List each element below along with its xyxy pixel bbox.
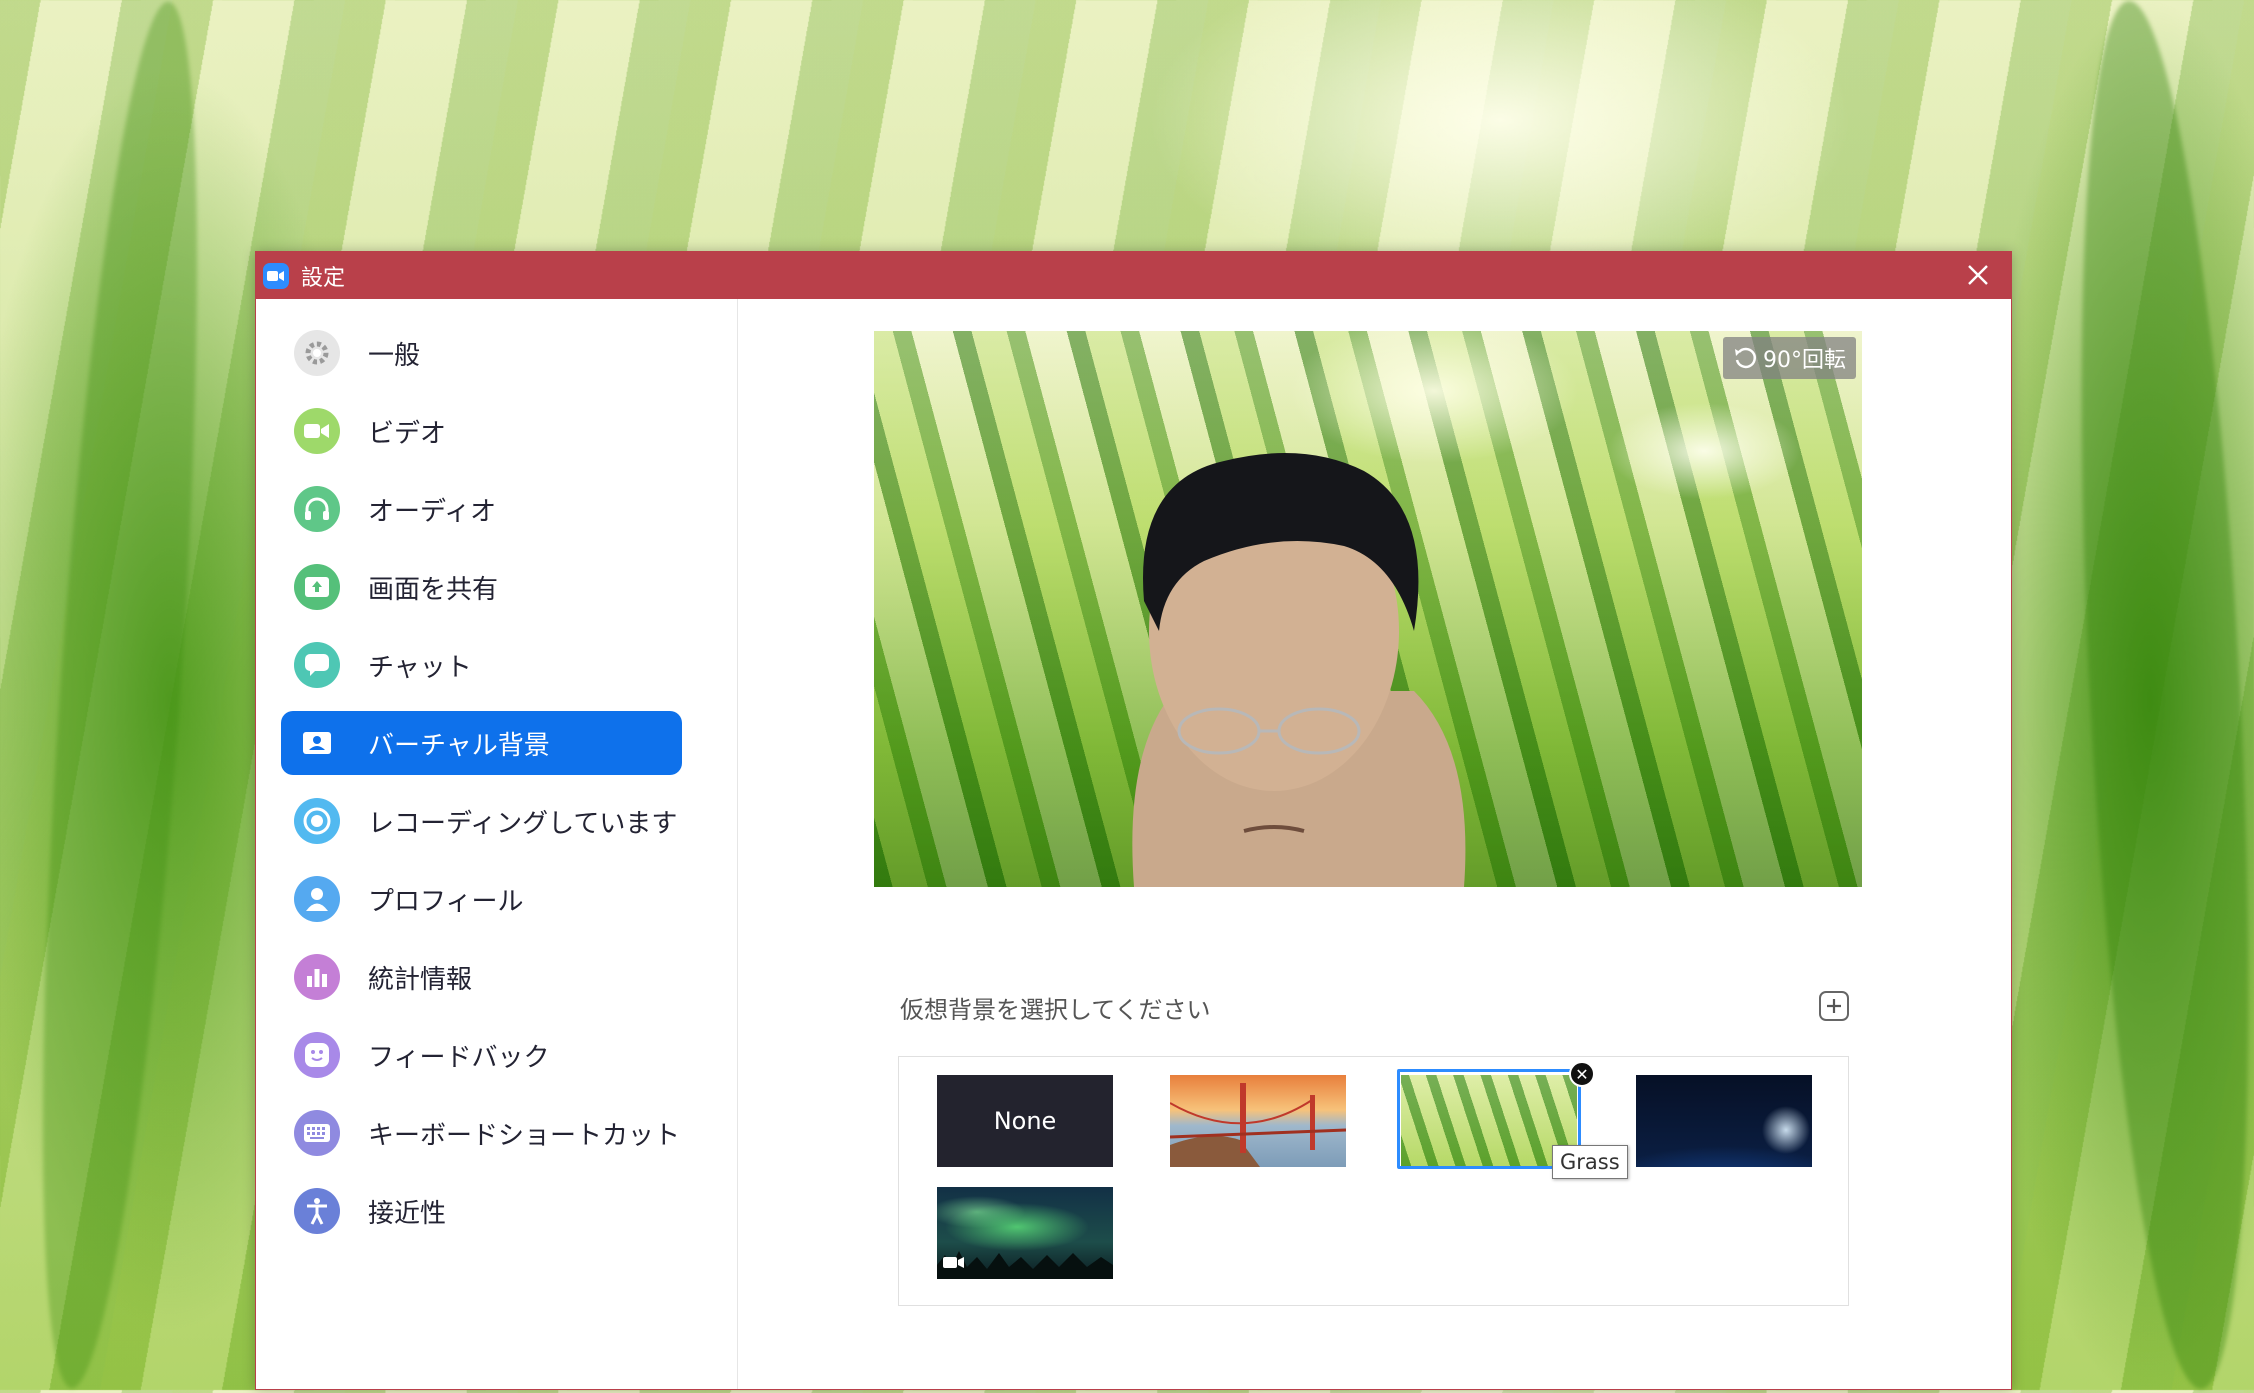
sidebar-item-video[interactable]: ビデオ bbox=[281, 399, 682, 463]
add-icon[interactable] bbox=[1819, 991, 1849, 1021]
rotate-90-button[interactable]: 90°回転 bbox=[1723, 337, 1856, 379]
wallpaper-grass-blade bbox=[2053, 0, 2254, 1393]
sidebar-item-general[interactable]: 一般 bbox=[281, 321, 682, 385]
sidebar-item-label: 統計情報 bbox=[368, 964, 473, 995]
close-icon[interactable] bbox=[1963, 260, 1993, 290]
remove-background-icon[interactable]: ✕ bbox=[1569, 1061, 1595, 1087]
video-camera-icon bbox=[294, 408, 340, 454]
record-icon bbox=[294, 798, 340, 844]
sidebar-item-statistics[interactable]: 統計情報 bbox=[281, 945, 682, 1009]
sidebar-item-label: 接近性 bbox=[368, 1198, 447, 1229]
background-gallery: None ✕ bbox=[898, 1056, 1849, 1306]
background-thumb-earth[interactable] bbox=[1636, 1075, 1812, 1167]
window-title: 設定 bbox=[301, 265, 346, 291]
sidebar-item-label: フィードバック bbox=[368, 1042, 550, 1073]
person-icon bbox=[294, 876, 340, 922]
rotate-icon bbox=[1735, 347, 1757, 369]
sidebar-item-label: 一般 bbox=[368, 340, 421, 371]
bar-chart-icon bbox=[294, 954, 340, 1000]
sidebar-item-keyboard-shortcuts[interactable]: キーボードショートカット bbox=[281, 1101, 682, 1165]
gear-icon bbox=[294, 330, 340, 376]
rotate-label: 90°回転 bbox=[1763, 348, 1846, 373]
sidebar-item-label: キーボードショートカット bbox=[368, 1120, 681, 1151]
sidebar-item-label: バーチャル背景 bbox=[368, 730, 550, 761]
sidebar-item-chat[interactable]: チャット bbox=[281, 633, 682, 697]
sidebar-item-accessibility[interactable]: 接近性 bbox=[281, 1179, 682, 1243]
thumbnail-tooltip: Grass bbox=[1552, 1145, 1628, 1179]
settings-sidebar: 一般 ビデオ オーディオ 画面を共有 チャット バーチャル背景 レコーディングし… bbox=[256, 299, 738, 1389]
video-preview: 90°回転 bbox=[874, 331, 1862, 887]
keyboard-icon bbox=[294, 1110, 340, 1156]
sidebar-item-share-screen[interactable]: 画面を共有 bbox=[281, 555, 682, 619]
headphones-icon bbox=[294, 486, 340, 532]
sidebar-item-label: レコーディングしています bbox=[368, 808, 678, 839]
sidebar-item-label: ビデオ bbox=[368, 418, 447, 449]
accessibility-icon bbox=[294, 1188, 340, 1234]
settings-window: 設定 一般 ビデオ オーディオ 画面を共有 チャット バーチャル背景 レコーディ… bbox=[255, 251, 2012, 1390]
smile-icon bbox=[294, 1032, 340, 1078]
sidebar-item-recording[interactable]: レコーディングしています bbox=[281, 789, 682, 853]
sidebar-item-feedback[interactable]: フィードバック bbox=[281, 1023, 682, 1087]
sidebar-item-audio[interactable]: オーディオ bbox=[281, 477, 682, 541]
choose-background-label: 仮想背景を選択してください bbox=[900, 996, 1211, 1024]
share-screen-icon bbox=[294, 564, 340, 610]
zoom-app-icon bbox=[263, 262, 289, 289]
sidebar-item-label: チャット bbox=[368, 652, 472, 683]
wallpaper-grass-blade bbox=[11, 0, 229, 1393]
title-bar: 設定 bbox=[256, 252, 2011, 299]
sidebar-item-virtual-background[interactable]: バーチャル背景 bbox=[281, 711, 682, 775]
chat-bubble-icon bbox=[294, 642, 340, 688]
background-thumb-none[interactable]: None bbox=[937, 1075, 1113, 1167]
sidebar-item-label: 画面を共有 bbox=[368, 574, 499, 605]
user-card-icon bbox=[294, 720, 340, 766]
background-thumb-golden-gate-bridge[interactable] bbox=[1170, 1075, 1346, 1167]
sidebar-item-label: オーディオ bbox=[368, 496, 497, 527]
sidebar-item-label: プロフィール bbox=[368, 886, 524, 917]
video-camera-icon bbox=[943, 1257, 964, 1268]
background-thumb-aurora-video[interactable] bbox=[937, 1187, 1113, 1279]
preview-person-image bbox=[1132, 453, 1466, 887]
sidebar-item-profile[interactable]: プロフィール bbox=[281, 867, 682, 931]
